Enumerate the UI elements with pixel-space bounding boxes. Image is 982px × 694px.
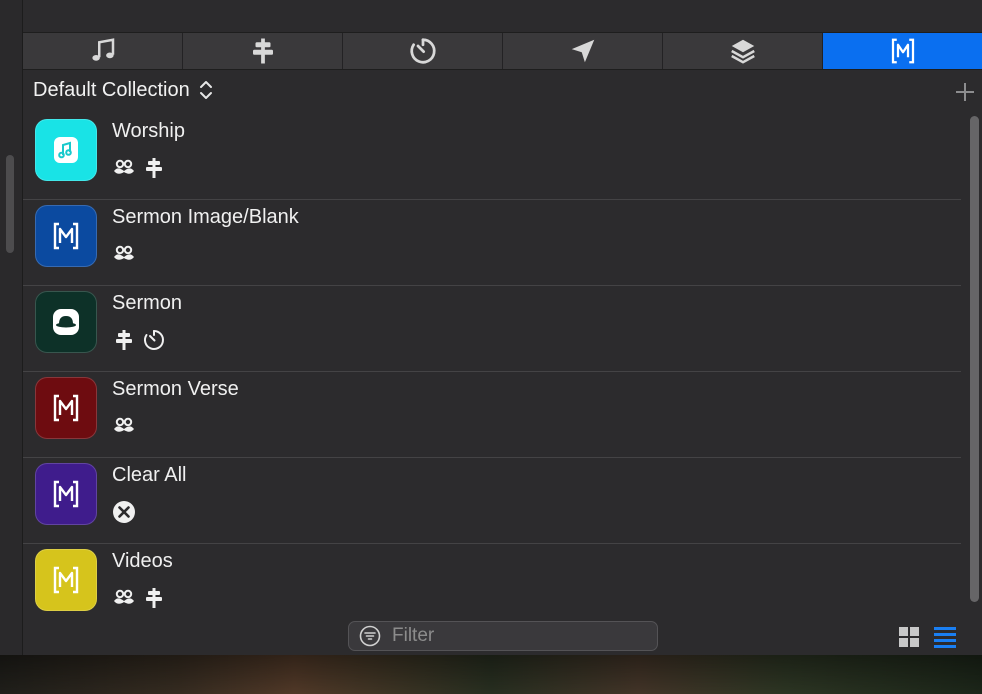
tab-props[interactable] — [663, 33, 823, 69]
timer-icon — [409, 38, 436, 64]
macro-list: Worship Sermon Image/Blank Sermon Sermon… — [23, 114, 961, 630]
bracket-m-icon — [53, 566, 79, 594]
stage-sign-icon — [146, 158, 162, 178]
mustache-icon — [114, 589, 134, 604]
macro-bracket-m-icon — [891, 38, 914, 64]
mustache-icon — [114, 159, 134, 174]
macro-title: Sermon Image/Blank — [112, 206, 299, 228]
left-scrollbar[interactable] — [6, 155, 14, 253]
clear-x-icon — [113, 501, 135, 523]
macro-actions — [112, 500, 136, 524]
list-item[interactable]: Sermon Image/Blank — [23, 200, 961, 286]
music-note-icon — [91, 38, 114, 61]
mustache-icon — [114, 417, 134, 432]
macro-actions — [112, 156, 166, 180]
macro-icon — [35, 291, 97, 353]
list-item[interactable]: Sermon — [23, 286, 961, 372]
list-item[interactable]: Clear All — [23, 458, 961, 544]
macro-title: Sermon — [112, 292, 183, 314]
macro-actions — [112, 242, 136, 266]
list-item[interactable]: Sermon Verse — [23, 372, 961, 458]
left-pane — [0, 0, 23, 655]
top-bar — [0, 0, 982, 32]
bracket-m-icon — [53, 394, 79, 422]
tab-messages[interactable] — [503, 33, 663, 69]
mustache-icon — [114, 245, 134, 260]
hat-icon — [53, 309, 79, 335]
background-shade — [0, 655, 982, 694]
tab-audio[interactable] — [23, 33, 183, 69]
collection-selector[interactable]: Default Collection — [33, 78, 214, 102]
macro-title: Sermon Verse — [112, 378, 239, 400]
list-scrollbar[interactable] — [970, 116, 979, 602]
tab-stage[interactable] — [183, 33, 343, 69]
stage-sign-icon — [116, 330, 132, 350]
filter-input[interactable] — [390, 624, 634, 648]
macro-actions — [112, 414, 136, 438]
list-view-icon[interactable] — [933, 626, 957, 648]
filter-icon — [359, 625, 381, 647]
macros-panel: Default Collection Worship Sermon Image/… — [23, 32, 982, 655]
send-arrow-icon — [571, 39, 594, 63]
add-macro-button[interactable] — [954, 81, 976, 103]
grid-view-icon[interactable] — [898, 626, 920, 648]
macro-actions — [112, 586, 166, 610]
stage-sign-icon — [252, 38, 273, 64]
layers-icon — [730, 39, 755, 64]
list-item[interactable]: Worship — [23, 114, 961, 200]
macro-icon — [35, 205, 97, 267]
music-document-icon — [54, 137, 78, 163]
panel-tab-bar — [23, 32, 982, 70]
bracket-m-icon — [53, 222, 79, 250]
list-item[interactable]: Videos — [23, 544, 961, 630]
macro-icon — [35, 549, 97, 611]
macro-icon — [35, 119, 97, 181]
tab-macros[interactable] — [823, 33, 982, 69]
bracket-m-icon — [53, 480, 79, 508]
macro-title: Worship — [112, 120, 185, 142]
macro-title: Videos — [112, 550, 173, 572]
collection-label: Default Collection — [33, 78, 190, 101]
timer-icon — [144, 330, 164, 350]
macro-actions — [112, 328, 166, 352]
macro-title: Clear All — [112, 464, 187, 486]
filter-field[interactable] — [348, 621, 658, 651]
macro-icon — [35, 377, 97, 439]
macro-icon — [35, 463, 97, 525]
tab-timers[interactable] — [343, 33, 503, 69]
up-down-chevron-icon — [199, 81, 212, 99]
stage-sign-icon — [146, 588, 162, 608]
